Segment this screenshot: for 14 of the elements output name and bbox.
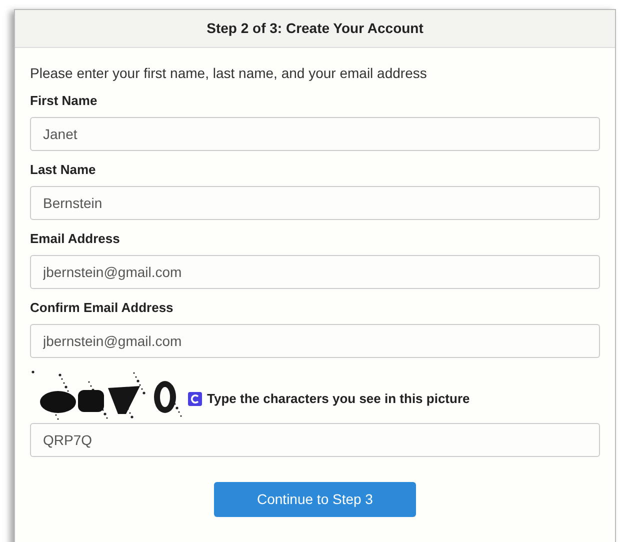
intro-text: Please enter your first name, last name, and your email address: [30, 64, 428, 82]
input-field[interactable]: Bernstein: [30, 186, 600, 220]
field-label: First Name: [30, 93, 98, 109]
input-field[interactable]: jbernstein@gmail.com: [30, 255, 600, 289]
input-field[interactable]: jbernstein@gmail.com: [30, 324, 600, 358]
field-label: Confirm Email Address: [30, 300, 174, 316]
captcha-field[interactable]: QRP7Q: [30, 423, 600, 457]
refresh-icon[interactable]: [188, 392, 202, 406]
captcha-prompt: Type the characters you see in this picture: [207, 390, 470, 408]
field-label: Email Address: [30, 231, 121, 247]
panel-title: Step 2 of 3: Create Your Account: [206, 19, 424, 38]
continue-button[interactable]: Continue to Step 3: [214, 482, 416, 517]
input-field[interactable]: Janet: [30, 117, 600, 151]
field-label: Last Name: [30, 162, 97, 178]
